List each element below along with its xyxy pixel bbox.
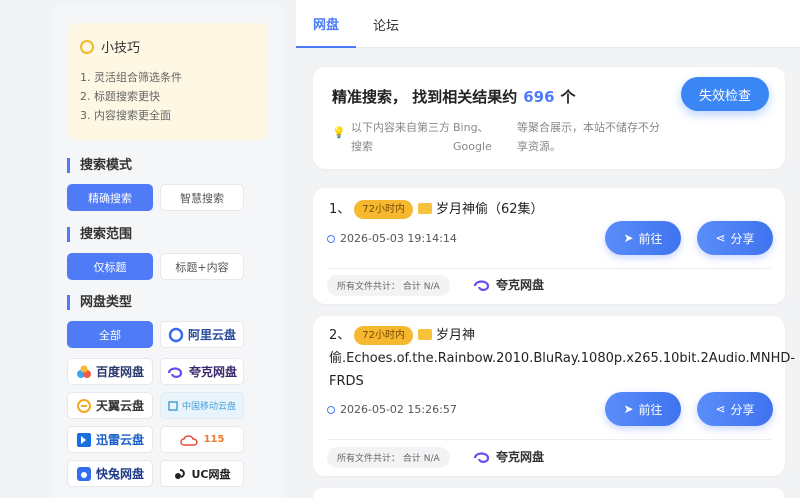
share-icon: ⋖ <box>715 402 726 416</box>
result-count: 696 <box>523 88 555 106</box>
tip-item: 3. 内容搜索更全面 <box>80 109 171 122</box>
search-mode-smart[interactable]: 智慧搜索 <box>160 184 244 211</box>
drive-all[interactable]: 全部 <box>67 321 153 348</box>
file-size: 所有文件共计： 合计 N/A <box>327 447 450 468</box>
result-card <box>313 488 785 498</box>
scope-title-only[interactable]: 仅标题 <box>67 253 153 280</box>
share-icon: ⋖ <box>715 231 726 245</box>
drive-kuaitu[interactable]: 快兔网盘 <box>67 460 153 487</box>
kuaitu-icon <box>76 466 91 481</box>
mobile-cloud-icon <box>168 400 178 411</box>
result-card: 2、 72小时内 岁月神 偷.Echoes.of.the.Rainbow.2010.… <box>313 316 795 476</box>
xunlei-icon <box>76 432 91 447</box>
send-icon: ➤ <box>623 402 634 416</box>
drive-aliyun[interactable]: 阿里云盘 <box>160 321 244 348</box>
summary-note-2: Bing、Google <box>453 121 492 153</box>
provider-label: 夸克网盘 <box>473 276 544 293</box>
drive-baidu[interactable]: 百度网盘 <box>67 358 153 385</box>
result-title[interactable]: 2、 72小时内 岁月神 偷.Echoes.of.the.Rainbow.2010.… <box>329 324 795 393</box>
tip-item: 2. 标题搜索更快 <box>80 90 160 103</box>
summary-note-3: 等聚合展示，本站不储存不分享资源。 <box>517 121 660 153</box>
tab-forum[interactable]: 论坛 <box>356 0 416 48</box>
go-button[interactable]: ➤ 前往 <box>605 392 681 426</box>
tips-title: 小技巧 <box>101 41 141 56</box>
search-mode-exact[interactable]: 精确搜索 <box>67 184 153 211</box>
drive-type-title: 网盘类型 <box>67 295 132 310</box>
drive-115[interactable]: 115 <box>160 426 244 453</box>
scope-title-content[interactable]: 标题+内容 <box>160 253 244 280</box>
result-title[interactable]: 1、 72小时内 岁月神偷（62集） <box>329 198 544 221</box>
result-card: 1、 72小时内 岁月神偷（62集） 2026-05-03 19:14:14 ➤ 前往… <box>313 188 785 304</box>
go-button[interactable]: ➤ 前往 <box>605 221 681 255</box>
drive-quark[interactable]: 夸克网盘 <box>160 358 244 385</box>
quark-icon <box>473 451 490 463</box>
share-button[interactable]: ⋖ 分享 <box>697 221 773 255</box>
share-button[interactable]: ⋖ 分享 <box>697 392 773 426</box>
quark-icon <box>473 279 490 291</box>
tip-item: 1. 灵活组合筛选条件 <box>80 71 182 84</box>
provider-label: 夸克网盘 <box>473 448 544 465</box>
summary-note-1: 以下内容来自第三方搜索 <box>351 121 450 153</box>
time-badge: 72小时内 <box>354 200 414 219</box>
drive-mobile[interactable]: 中国移动云盘 <box>160 392 244 419</box>
search-scope-title: 搜索范围 <box>67 227 132 242</box>
drive-xunlei[interactable]: 迅雷云盘 <box>67 426 153 453</box>
result-time: 2026-05-03 19:14:14 <box>327 232 457 245</box>
folder-icon <box>418 203 433 214</box>
clock-icon <box>327 234 335 243</box>
clock-icon <box>327 405 335 414</box>
send-icon: ➤ <box>623 231 634 245</box>
invalid-check-button[interactable]: 失效检查 <box>681 77 769 111</box>
tab-bar: 网盘 论坛 <box>296 0 800 48</box>
cloud-115-icon <box>179 434 198 446</box>
quark-icon <box>167 366 183 378</box>
baidu-icon <box>76 365 91 378</box>
result-time: 2026-05-02 15:26:57 <box>327 403 457 416</box>
time-badge: 72小时内 <box>354 326 414 345</box>
file-size: 所有文件共计： 合计 N/A <box>327 275 450 296</box>
uc-icon <box>175 468 186 479</box>
folder-icon <box>418 329 433 340</box>
tips-icon <box>80 39 94 54</box>
aliyun-icon <box>168 327 184 342</box>
result-summary: 精准搜索， 找到相关结果约 696 个 <box>332 88 576 106</box>
tips-box: 小技巧 1. 灵活组合筛选条件 2. 标题搜索更快 3. 内容搜索更全面 <box>68 23 268 140</box>
bulb-icon: 💡 <box>332 126 346 139</box>
tianyi-icon <box>76 398 91 413</box>
sidebar: 小技巧 1. 灵活组合筛选条件 2. 标题搜索更快 3. 内容搜索更全面 搜索模… <box>51 6 284 498</box>
drive-tianyi[interactable]: 天翼云盘 <box>67 392 153 419</box>
summary-card: 精准搜索， 找到相关结果约 696 个 💡 以下内容来自第三方搜索 Bing、Goo… <box>313 67 785 169</box>
drive-uc[interactable]: UC网盘 <box>160 460 244 487</box>
search-mode-title: 搜索模式 <box>67 158 132 173</box>
tab-netdisk[interactable]: 网盘 <box>296 0 356 48</box>
